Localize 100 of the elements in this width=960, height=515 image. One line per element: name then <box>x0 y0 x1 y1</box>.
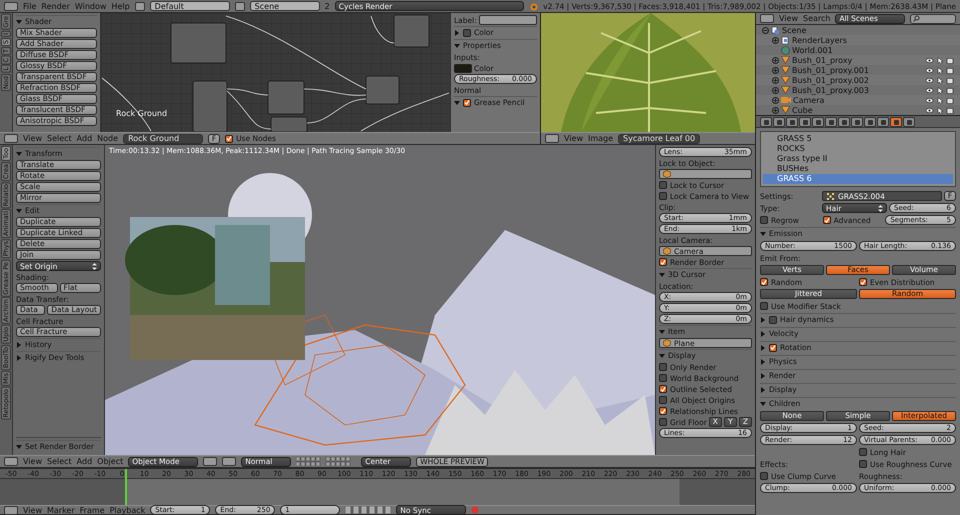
color-swatch[interactable] <box>454 64 472 72</box>
expand-icon[interactable] <box>772 66 779 74</box>
expand-icon[interactable] <box>772 36 779 44</box>
checkbox[interactable] <box>659 374 667 382</box>
material-field[interactable]: Rock Ground <box>123 134 204 144</box>
object-field[interactable] <box>659 169 752 179</box>
visibility-toggles-icon[interactable] <box>926 66 954 74</box>
properties-tab[interactable] <box>903 117 915 127</box>
properties-tab[interactable] <box>799 117 811 127</box>
properties-tab[interactable] <box>812 117 824 127</box>
checkbox[interactable] <box>760 302 768 310</box>
checkbox[interactable] <box>659 385 667 393</box>
visibility-toggles-icon[interactable] <box>926 86 954 94</box>
menu-item[interactable]: Image <box>588 134 614 143</box>
list-item[interactable]: GRASS 6 <box>763 174 953 184</box>
checkbox[interactable] <box>859 278 867 286</box>
triangle-right-icon[interactable] <box>454 30 460 36</box>
checkbox[interactable] <box>659 181 667 189</box>
list-item[interactable]: ROCKS <box>763 144 953 154</box>
properties-tab[interactable] <box>877 117 889 127</box>
triangle-down-icon[interactable] <box>16 18 22 24</box>
visibility-toggles-icon[interactable] <box>926 56 954 64</box>
shader-node[interactable] <box>366 76 400 104</box>
properties-tab[interactable] <box>760 117 772 127</box>
menu-item[interactable]: View <box>23 506 42 514</box>
triangle-right-icon[interactable] <box>760 330 766 336</box>
menu-item[interactable]: Playback <box>110 506 146 514</box>
properties-tab[interactable] <box>851 117 863 127</box>
checkbox[interactable] <box>760 472 768 480</box>
shader-node[interactable] <box>192 80 228 132</box>
menu-item[interactable]: Select <box>46 457 72 466</box>
triangle-down-icon[interactable] <box>659 272 665 278</box>
triangle-down-icon[interactable] <box>16 444 22 450</box>
triangle-right-icon[interactable] <box>760 372 766 378</box>
properties-tab[interactable] <box>773 117 785 127</box>
tree-item[interactable]: Bush_01_proxy <box>792 56 924 64</box>
triangle-down-icon[interactable] <box>659 352 665 358</box>
checkbox[interactable] <box>659 418 667 426</box>
properties-tab[interactable] <box>864 117 876 127</box>
expand-icon[interactable] <box>772 96 779 104</box>
menu-item[interactable]: View <box>23 134 42 143</box>
image-field[interactable]: Sycamore Leaf 00 <box>618 134 700 144</box>
checkbox[interactable] <box>463 98 471 106</box>
triangle-right-icon[interactable] <box>760 358 766 364</box>
tree-item[interactable]: RenderLayers <box>792 36 960 44</box>
menu-item[interactable]: Add <box>76 134 92 143</box>
checkbox[interactable] <box>659 258 667 266</box>
shader-node[interactable] <box>170 22 226 64</box>
visibility-toggles-icon[interactable] <box>926 76 954 84</box>
playback-controls-icon[interactable] <box>345 506 392 514</box>
checkbox[interactable] <box>225 134 234 142</box>
search-field[interactable] <box>910 14 956 24</box>
properties-tab[interactable] <box>786 117 798 127</box>
expand-icon[interactable] <box>772 106 779 114</box>
checkbox[interactable] <box>659 363 667 371</box>
expand-icon[interactable] <box>772 86 779 94</box>
triangle-right-icon[interactable] <box>760 344 766 350</box>
properties-tab[interactable] <box>890 117 902 127</box>
menu-item[interactable]: View <box>23 457 42 466</box>
menu-item[interactable]: Frame <box>80 506 105 514</box>
menu-item[interactable]: File <box>23 2 36 10</box>
layout-field[interactable]: Default <box>150 1 230 11</box>
playhead[interactable] <box>125 469 128 505</box>
menu-item[interactable]: Select <box>46 134 72 143</box>
text-field[interactable] <box>478 15 537 25</box>
tree-item[interactable]: Bush_01_proxy.002 <box>792 76 924 84</box>
triangle-right-icon[interactable] <box>760 316 766 322</box>
checkbox[interactable] <box>463 28 471 36</box>
tree-item[interactable]: Camera <box>793 96 924 104</box>
triangle-right-icon[interactable] <box>16 354 22 360</box>
expand-icon[interactable] <box>772 76 779 84</box>
list-item[interactable]: Grass type II <box>763 154 953 164</box>
triangle-down-icon[interactable] <box>16 150 22 156</box>
expand-icon[interactable] <box>772 56 779 64</box>
properties-tab[interactable] <box>825 117 837 127</box>
checkbox[interactable] <box>769 316 777 324</box>
checkbox[interactable] <box>659 407 667 415</box>
menu-item[interactable]: Render <box>41 2 70 10</box>
shader-node[interactable] <box>394 14 430 48</box>
checkbox[interactable] <box>659 192 667 200</box>
checkbox[interactable] <box>760 216 768 224</box>
triangle-down-icon[interactable] <box>454 100 460 106</box>
triangle-right-icon[interactable] <box>16 342 22 348</box>
menu-item[interactable]: Add <box>76 457 92 466</box>
triangle-down-icon[interactable] <box>760 400 766 406</box>
menu-item[interactable]: Search <box>802 14 830 23</box>
shader-node[interactable] <box>268 80 304 114</box>
checkbox[interactable] <box>659 396 667 404</box>
triangle-down-icon[interactable] <box>760 230 766 236</box>
scene-field[interactable]: Scene <box>250 1 320 11</box>
list-item[interactable]: BUSHes <box>763 164 953 174</box>
menu-item[interactable]: View <box>564 134 583 143</box>
checkbox[interactable] <box>760 278 768 286</box>
triangle-down-icon[interactable] <box>659 328 665 334</box>
collapse-icon[interactable] <box>762 26 769 34</box>
checkbox[interactable] <box>859 460 867 468</box>
menu-item[interactable]: Help <box>111 2 130 10</box>
checkbox[interactable] <box>859 448 867 456</box>
triangle-right-icon[interactable] <box>760 386 766 392</box>
menu-item[interactable]: Window <box>74 2 106 10</box>
